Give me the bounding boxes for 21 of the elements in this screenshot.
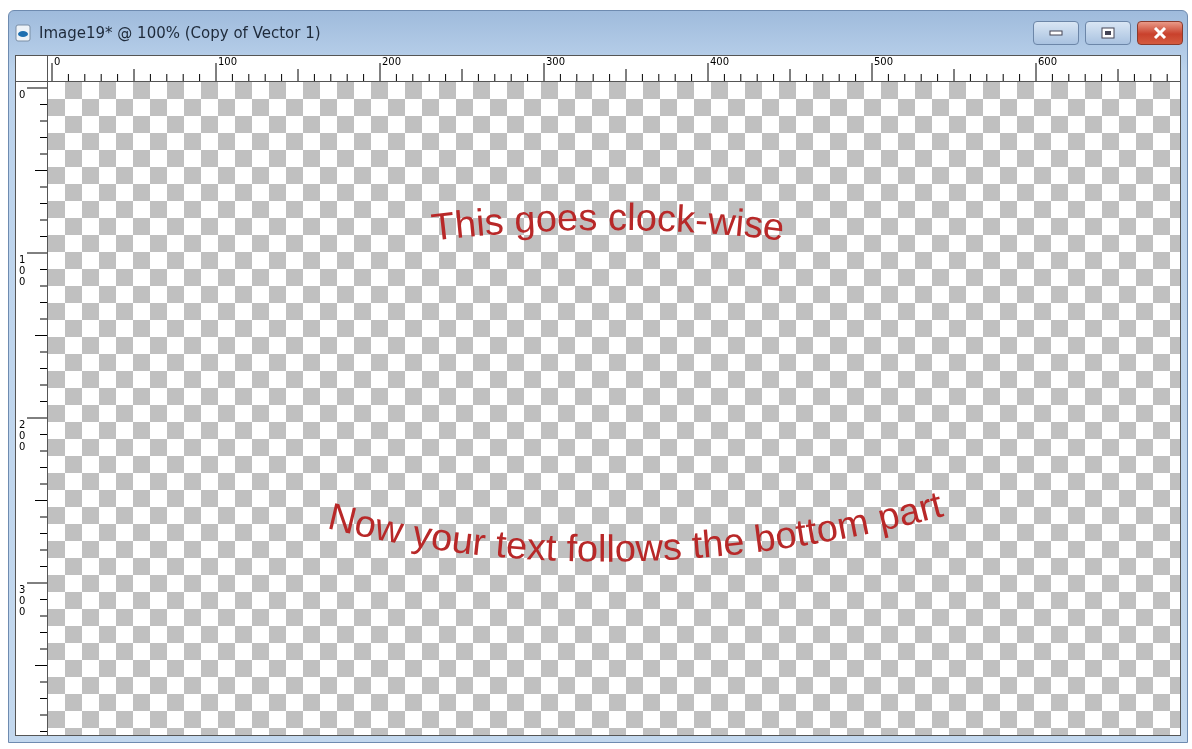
image-file-icon bbox=[15, 24, 31, 42]
window-title: Image19* @ 100% (Copy of Vector 1) bbox=[39, 24, 322, 42]
ruler-label: 500 bbox=[874, 57, 894, 67]
close-icon bbox=[1153, 27, 1167, 39]
ruler-label: 100 bbox=[19, 254, 26, 287]
ruler-label: 300 bbox=[546, 57, 566, 67]
ruler-label: 100 bbox=[218, 57, 238, 67]
curved-text[interactable]: Now your text follows the bottom part bbox=[324, 482, 947, 570]
ruler-label: 300 bbox=[19, 584, 26, 617]
maximize-button[interactable] bbox=[1085, 21, 1131, 45]
ruler-label: 200 bbox=[19, 419, 26, 452]
ruler-label: 0 bbox=[54, 57, 61, 67]
curved-text[interactable]: This goes clock-wise bbox=[429, 195, 787, 249]
minimize-icon bbox=[1049, 30, 1063, 36]
maximize-icon bbox=[1101, 27, 1115, 39]
ruler-label: 0 bbox=[19, 89, 26, 100]
minimize-button[interactable] bbox=[1033, 21, 1079, 45]
ruler-label: 600 bbox=[1038, 57, 1058, 67]
close-button[interactable] bbox=[1137, 21, 1183, 45]
ruler-label: 200 bbox=[382, 57, 402, 67]
ruler-label: 400 bbox=[710, 57, 730, 67]
